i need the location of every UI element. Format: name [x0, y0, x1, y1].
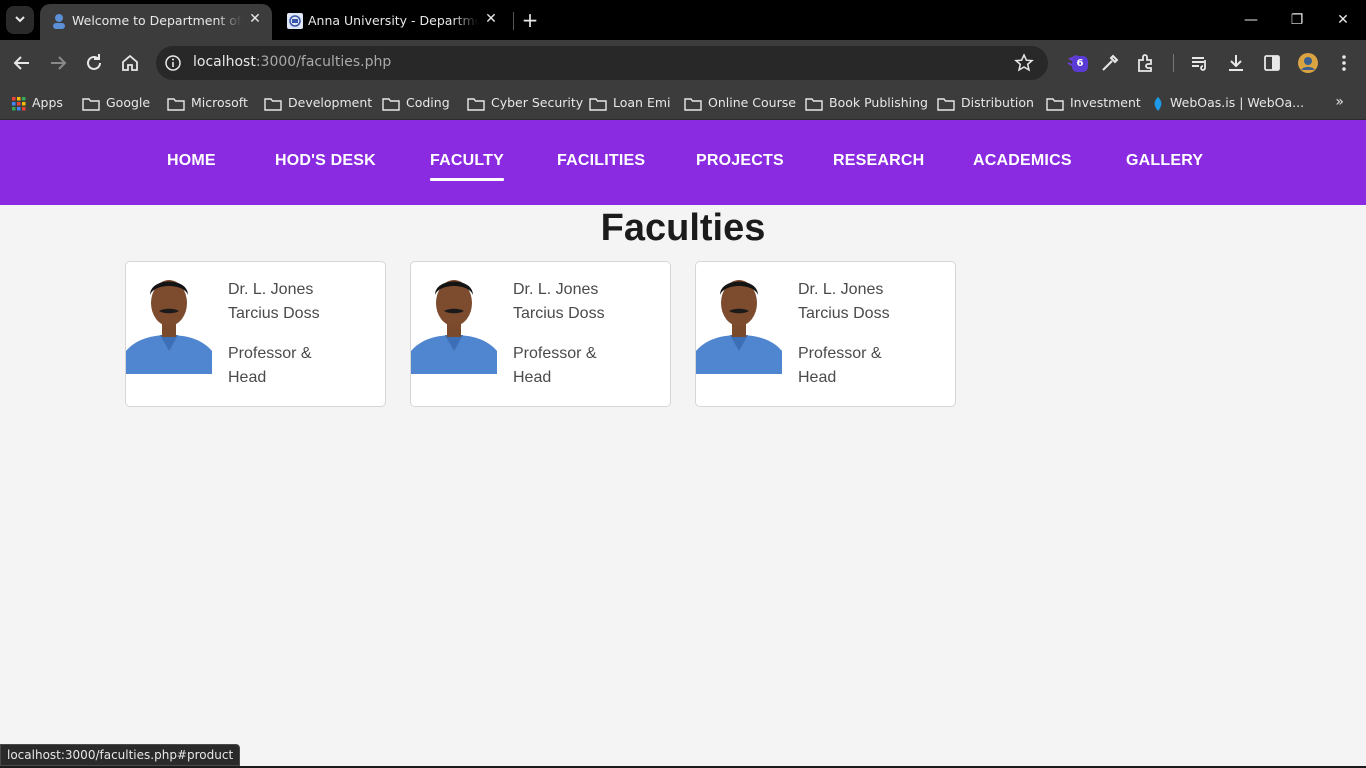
profile-avatar-icon[interactable]: [1296, 51, 1320, 75]
extension-badge-count: 6: [1076, 58, 1084, 69]
home-icon[interactable]: [118, 51, 142, 75]
reading-list-icon[interactable]: [1188, 51, 1212, 75]
tab-divider: [513, 12, 514, 30]
faculty-designation: Professor & Head: [798, 345, 882, 386]
tab-title: Welcome to Department of Mathematics: [72, 13, 242, 28]
bookmark-label: Distribution: [961, 95, 1034, 110]
address-url: localhost:3000/faculties.php: [193, 54, 391, 70]
folder-icon: [684, 97, 702, 111]
bookmark-coding[interactable]: Coding: [382, 93, 450, 113]
bookmark-label: Apps: [32, 95, 63, 110]
close-tab-icon[interactable]: ✕: [482, 10, 500, 28]
faculty-photo: [126, 265, 212, 374]
university-seal-favicon-icon: [287, 13, 303, 29]
url-host: localhost: [193, 54, 256, 70]
nav-research[interactable]: RESEARCH: [833, 152, 924, 170]
page-title: Faculties: [600, 207, 766, 249]
tab-title: Anna University - Department of: [308, 13, 478, 28]
restore-button[interactable]: ❐: [1274, 0, 1320, 40]
faculty-card[interactable]: Dr. L. Jones Tarcius Doss Professor & He…: [125, 261, 386, 407]
folder-icon: [467, 97, 485, 111]
extensions-puzzle-icon[interactable]: [1134, 51, 1158, 75]
faculty-card[interactable]: Dr. L. Jones Tarcius Doss Professor & He…: [695, 261, 956, 407]
tab-department-of-mathematics[interactable]: Welcome to Department of Mathematics ✕: [40, 4, 272, 40]
eyedropper-icon[interactable]: [1098, 51, 1122, 75]
back-arrow-icon[interactable]: [10, 51, 34, 75]
bookmark-label: Google: [106, 95, 151, 110]
toolbar-divider: [1173, 54, 1174, 72]
bookmark-label: Microsoft: [191, 95, 248, 110]
bookmark-label: Cyber Security: [491, 95, 584, 110]
folder-icon: [937, 97, 955, 111]
weboasis-icon: [1154, 96, 1162, 111]
folder-icon: [1046, 97, 1064, 111]
reload-icon[interactable]: [82, 51, 106, 75]
nav-projects[interactable]: PROJECTS: [696, 152, 784, 170]
faculty-photo: [411, 265, 497, 374]
close-window-button[interactable]: ✕: [1320, 0, 1366, 40]
address-bar[interactable]: localhost:3000/faculties.php: [156, 46, 1048, 80]
faculty-designation: Professor & Head: [513, 345, 597, 386]
bookmark-label: WebOas.is | WebOa...: [1170, 95, 1305, 110]
bookmark-loan-emi[interactable]: Loan Emi: [589, 93, 671, 113]
site-info-icon[interactable]: [164, 54, 182, 72]
side-panel-icon[interactable]: [1260, 51, 1284, 75]
bookmark-distribution[interactable]: Distribution: [937, 93, 1034, 113]
site-navbar: HOME HOD'S DESK FACULTY FACILITIES PROJE…: [0, 120, 1366, 205]
faculty-designation: Professor & Head: [228, 345, 312, 386]
tab-anna-university[interactable]: Anna University - Department of ✕: [276, 4, 508, 40]
folder-icon: [382, 97, 400, 111]
bookmarks-bar: Apps Google Microsoft Development Coding…: [0, 86, 1366, 120]
nav-gallery[interactable]: GALLERY: [1126, 152, 1203, 170]
profile-favicon-icon: [53, 14, 65, 29]
bookmark-label: Book Publishing: [829, 95, 928, 110]
faculty-photo: [696, 265, 782, 374]
faculty-name: Dr. L. Jones Tarcius Doss: [228, 281, 320, 322]
tab-strip: Welcome to Department of Mathematics ✕ A…: [0, 0, 1366, 40]
bookmark-apps[interactable]: Apps: [12, 93, 63, 113]
folder-icon: [82, 97, 100, 111]
download-icon[interactable]: [1224, 51, 1248, 75]
bookmark-label: Development: [288, 95, 373, 110]
nav-hods-desk[interactable]: HOD'S DESK: [275, 152, 376, 170]
bookmark-google[interactable]: Google: [82, 93, 150, 113]
bookmark-investment[interactable]: Investment: [1046, 93, 1141, 113]
new-tab-button[interactable]: +: [518, 8, 542, 32]
bookmark-star-icon[interactable]: [1014, 53, 1034, 73]
apps-grid-icon: [12, 96, 26, 110]
folder-icon: [167, 97, 185, 111]
bookmark-development[interactable]: Development: [264, 93, 372, 113]
kebab-menu-icon[interactable]: [1332, 51, 1356, 75]
bookmark-cyber-security[interactable]: Cyber Security: [467, 93, 583, 113]
bookmark-label: Online Course: [708, 95, 796, 110]
browser-toolbar: localhost:3000/faculties.php: [0, 40, 1366, 86]
folder-icon: [805, 97, 823, 111]
bookmark-microsoft[interactable]: Microsoft: [167, 93, 248, 113]
bookmark-weboasis[interactable]: WebOas.is | WebOa...: [1152, 93, 1304, 113]
nav-academics[interactable]: ACADEMICS: [973, 152, 1072, 170]
bookmark-label: Investment: [1070, 95, 1141, 110]
url-path: :3000/faculties.php: [255, 54, 392, 70]
nav-home[interactable]: HOME: [167, 152, 216, 170]
chevron-down-icon: [15, 16, 25, 23]
folder-icon: [264, 97, 282, 111]
link-status-bar: localhost:3000/faculties.php#product: [0, 744, 241, 766]
bookmark-online-course[interactable]: Online Course: [684, 93, 796, 113]
bookmark-label: Coding: [406, 95, 450, 110]
nav-facilities[interactable]: FACILITIES: [557, 152, 645, 170]
forward-arrow-icon[interactable]: [46, 51, 70, 75]
faculty-card[interactable]: Dr. L. Jones Tarcius Doss Professor & He…: [410, 261, 671, 407]
nav-faculty[interactable]: FACULTY: [430, 152, 504, 181]
more-bookmarks-chevron-icon[interactable]: »: [1335, 94, 1344, 110]
minimize-button[interactable]: —: [1228, 0, 1274, 40]
faculty-name: Dr. L. Jones Tarcius Doss: [513, 281, 605, 322]
folder-icon: [589, 97, 607, 111]
extension-badge: 6: [1072, 56, 1088, 72]
faculty-name: Dr. L. Jones Tarcius Doss: [798, 281, 890, 322]
bookmark-label: Loan Emi: [613, 95, 671, 110]
bookmark-book-publishing[interactable]: Book Publishing: [805, 93, 928, 113]
close-tab-icon[interactable]: ✕: [246, 10, 264, 28]
tab-search-button[interactable]: [6, 6, 34, 34]
